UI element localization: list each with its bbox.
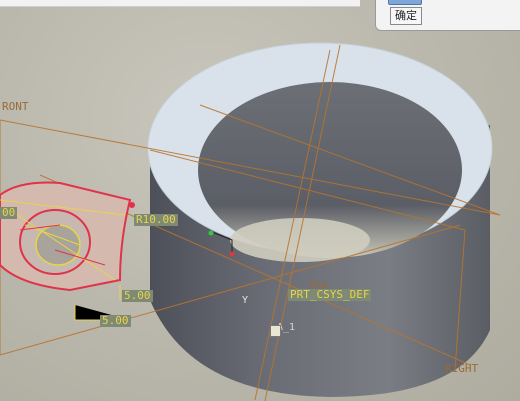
datum-front-label: RONT — [2, 100, 29, 113]
radius-dimension[interactable]: R10.00 — [134, 214, 178, 226]
csys-label: PRT_CSYS_DEF — [288, 288, 372, 301]
datum-right-label: RIGHT — [445, 362, 479, 375]
dimension-a[interactable]: 5.00 — [122, 290, 153, 302]
model-scene[interactable] — [0, 0, 520, 401]
model-viewport[interactable]: RONT TOP RIGHT PRT_CSYS_DEF R10.00 00 5.… — [0, 0, 520, 401]
dimension-b[interactable]: 5.00 — [100, 315, 131, 327]
bore-floor — [230, 218, 370, 262]
dialog-tab[interactable] — [388, 0, 422, 5]
sketch-feature — [0, 181, 135, 321]
dialog-panel: 确定 — [375, 0, 520, 31]
axis-tag-marker — [270, 325, 281, 337]
ok-button[interactable]: 确定 — [390, 7, 422, 25]
y-axis-label: Y — [242, 295, 249, 306]
dimension-partial[interactable]: 00 — [0, 207, 18, 219]
